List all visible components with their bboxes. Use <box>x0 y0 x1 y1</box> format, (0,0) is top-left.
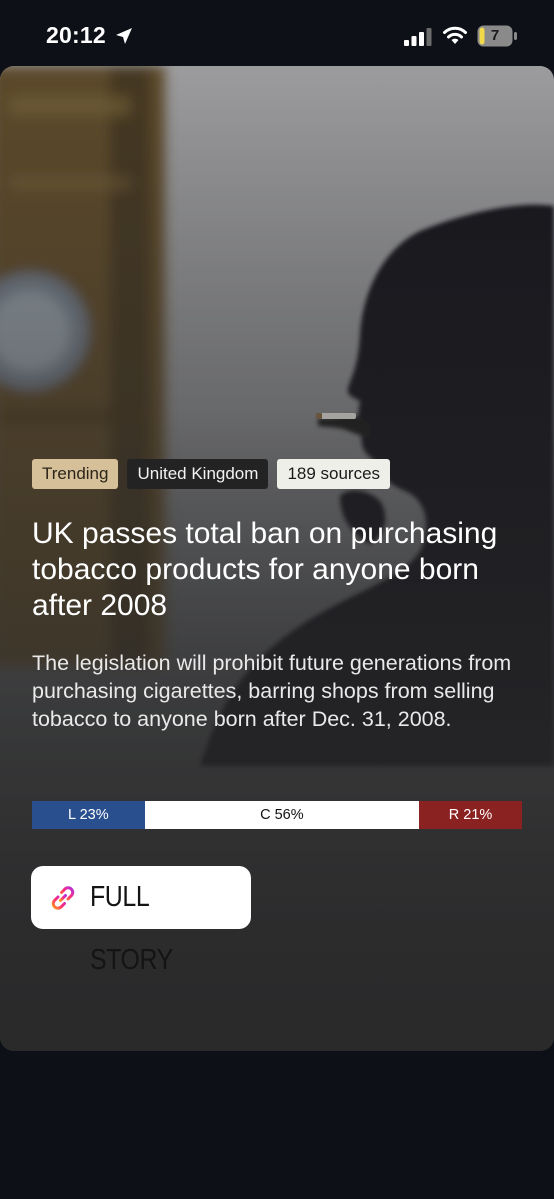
full-story-button[interactable]: FULL STORY <box>31 866 251 976</box>
story-summary: The legislation will prohibit future gen… <box>32 651 512 731</box>
sources-count-tag[interactable]: 189 sources <box>277 459 391 489</box>
story-headline[interactable]: UK passes total ban on purchasing tobacc… <box>32 516 522 624</box>
wifi-icon <box>443 26 467 44</box>
status-bar: 20:12 7 <box>0 0 554 66</box>
trending-tag[interactable]: Trending <box>32 459 119 489</box>
location-arrow-icon <box>116 28 132 44</box>
bias-right-segment: R 21% <box>419 801 522 829</box>
full-story-label: FULL STORY <box>90 881 173 976</box>
status-time: 20:12 <box>46 22 106 48</box>
bias-left-segment: L 23% <box>32 801 145 829</box>
bias-distribution-bar[interactable]: L 23% C 56% R 21% <box>32 801 522 829</box>
cellular-signal-icon <box>404 28 432 46</box>
link-icon <box>51 886 75 910</box>
bias-center-segment: C 56% <box>144 801 420 829</box>
story-tags: Trending United Kingdom 189 sources <box>32 459 391 489</box>
battery-level: 7 <box>490 27 500 44</box>
story-card[interactable]: Trending United Kingdom 189 sources UK p… <box>0 66 554 1051</box>
region-tag[interactable]: United Kingdom <box>127 459 269 489</box>
